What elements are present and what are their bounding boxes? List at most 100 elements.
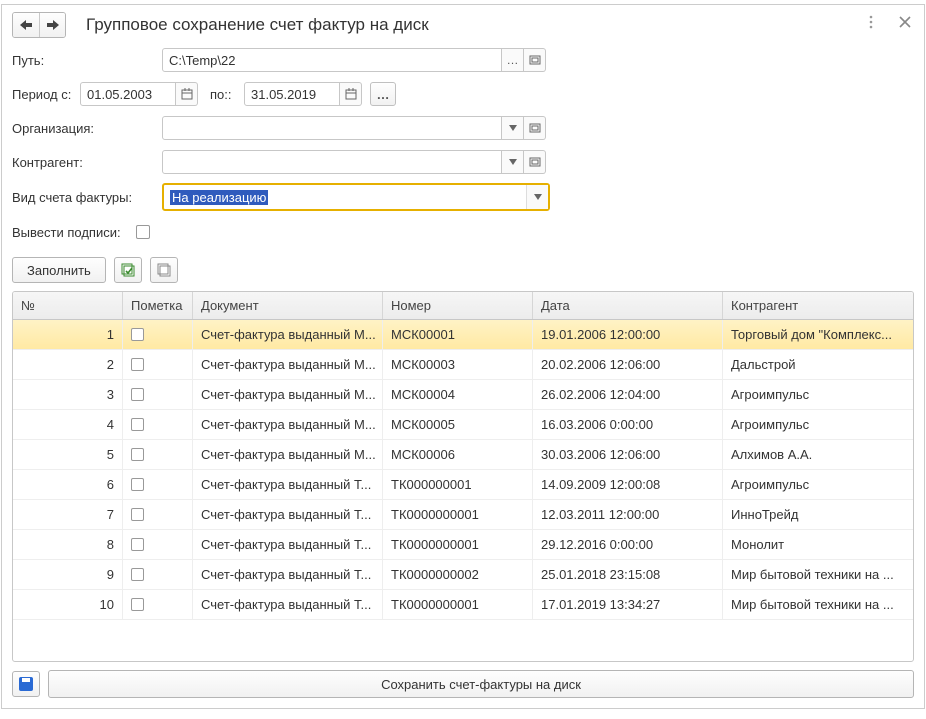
header-contr[interactable]: Контрагент [723, 292, 913, 319]
cell-mark[interactable] [123, 410, 193, 439]
table-header: № Пометка Документ Номер Дата Контрагент [13, 292, 913, 320]
counterparty-input[interactable] [162, 150, 502, 174]
cell-doc: Счет-фактура выданный Т... [193, 560, 383, 589]
close-icon[interactable] [896, 13, 914, 31]
cell-date: 12.03.2011 12:00:00 [533, 500, 723, 529]
period-from-input[interactable] [80, 82, 176, 106]
cell-doc: Счет-фактура выданный М... [193, 350, 383, 379]
org-input[interactable] [162, 116, 502, 140]
path-browse-button[interactable] [524, 48, 546, 72]
cell-doc: Счет-фактура выданный Т... [193, 470, 383, 499]
invoice-type-value: На реализацию [170, 190, 268, 205]
table-row[interactable]: 7Счет-фактура выданный Т...ТК00000000011… [13, 500, 913, 530]
path-input[interactable] [162, 48, 502, 72]
cell-num: МСК00003 [383, 350, 533, 379]
row-checkbox[interactable] [131, 358, 144, 371]
path-ellipsis-button[interactable]: … [502, 48, 524, 72]
table-row[interactable]: 1Счет-фактура выданный М...МСК0000119.01… [13, 320, 913, 350]
main-window: Групповое сохранение счет фактур на диск… [1, 4, 925, 709]
header-no[interactable]: № [13, 292, 123, 319]
save-invoices-button[interactable]: Сохранить счет-фактуры на диск [48, 670, 914, 698]
row-checkbox[interactable] [131, 598, 144, 611]
row-checkbox[interactable] [131, 478, 144, 491]
save-disk-button[interactable] [12, 671, 40, 697]
table-row[interactable]: 2Счет-фактура выданный М...МСК0000320.02… [13, 350, 913, 380]
cell-contr: Монолит [723, 530, 913, 559]
table-row[interactable]: 8Счет-фактура выданный Т...ТК00000000012… [13, 530, 913, 560]
cell-no: 4 [13, 410, 123, 439]
cell-num: МСК00001 [383, 320, 533, 349]
check-all-button[interactable] [114, 257, 142, 283]
row-checkbox[interactable] [131, 448, 144, 461]
org-dropdown-icon[interactable] [502, 116, 524, 140]
cell-doc: Счет-фактура выданный Т... [193, 500, 383, 529]
cell-mark[interactable] [123, 440, 193, 469]
row-checkbox[interactable] [131, 568, 144, 581]
period-to-label: по:: [210, 87, 238, 102]
row-checkbox[interactable] [131, 328, 144, 341]
cell-date: 25.01.2018 23:15:08 [533, 560, 723, 589]
cell-mark[interactable] [123, 470, 193, 499]
cell-date: 30.03.2006 12:06:00 [533, 440, 723, 469]
cell-contr: Агроимпульс [723, 380, 913, 409]
counterparty-open-icon[interactable] [524, 150, 546, 174]
cell-doc: Счет-фактура выданный М... [193, 410, 383, 439]
signatures-row: Вывести подписи: [12, 219, 914, 245]
cell-mark[interactable] [123, 560, 193, 589]
uncheck-all-button[interactable] [150, 257, 178, 283]
table-row[interactable]: 3Счет-фактура выданный М...МСК0000426.02… [13, 380, 913, 410]
table-row[interactable]: 10Счет-фактура выданный Т...ТК0000000001… [13, 590, 913, 620]
header-num[interactable]: Номер [383, 292, 533, 319]
cell-mark[interactable] [123, 530, 193, 559]
cell-no: 8 [13, 530, 123, 559]
table-row[interactable]: 4Счет-фактура выданный М...МСК0000516.03… [13, 410, 913, 440]
row-checkbox[interactable] [131, 538, 144, 551]
cell-doc: Счет-фактура выданный М... [193, 440, 383, 469]
cell-mark[interactable] [123, 350, 193, 379]
invoice-type-dropdown-icon[interactable] [526, 185, 548, 209]
invoice-type-field[interactable]: На реализацию [162, 183, 550, 211]
counterparty-label: Контрагент: [12, 155, 156, 170]
cell-contr: Агроимпульс [723, 410, 913, 439]
cell-mark[interactable] [123, 380, 193, 409]
disk-icon [19, 677, 33, 691]
table-row[interactable]: 6Счет-фактура выданный Т...ТК00000000114… [13, 470, 913, 500]
row-checkbox[interactable] [131, 508, 144, 521]
cell-num: ТК0000000001 [383, 530, 533, 559]
header-mark[interactable]: Пометка [123, 292, 193, 319]
cell-date: 19.01.2006 12:00:00 [533, 320, 723, 349]
row-checkbox[interactable] [131, 388, 144, 401]
calendar-to-icon[interactable] [340, 82, 362, 106]
window-actions [862, 13, 914, 31]
period-more-button[interactable]: … [370, 82, 396, 106]
table-row[interactable]: 5 Счет-фактура выданный М...МСК0000630.03… [13, 440, 913, 470]
cell-mark[interactable] [123, 320, 193, 349]
back-button[interactable] [13, 13, 39, 37]
forward-button[interactable] [39, 13, 65, 37]
org-label: Организация: [12, 121, 156, 136]
cell-num: МСК00006 [383, 440, 533, 469]
cell-mark[interactable] [123, 500, 193, 529]
cell-mark[interactable] [123, 590, 193, 619]
button-row: Заполнить [12, 253, 914, 283]
cell-contr: Торговый дом "Комплекс... [723, 320, 913, 349]
cell-date: 16.03.2006 0:00:00 [533, 410, 723, 439]
period-to-input[interactable] [244, 82, 340, 106]
fill-button[interactable]: Заполнить [12, 257, 106, 283]
cell-no: 5 [13, 440, 123, 469]
cell-no: 2 [13, 350, 123, 379]
org-open-icon[interactable] [524, 116, 546, 140]
invoice-type-label: Вид счета фактуры: [12, 190, 156, 205]
signatures-checkbox[interactable] [136, 225, 150, 239]
counterparty-dropdown-icon[interactable] [502, 150, 524, 174]
table-row[interactable]: 9Счет-фактура выданный Т...ТК00000000022… [13, 560, 913, 590]
header-doc[interactable]: Документ [193, 292, 383, 319]
org-field-group [162, 116, 546, 140]
header-date[interactable]: Дата [533, 292, 723, 319]
table-body: 1Счет-фактура выданный М...МСК0000119.01… [13, 320, 913, 661]
invoice-type-input[interactable]: На реализацию [164, 185, 526, 209]
calendar-from-icon[interactable] [176, 82, 198, 106]
more-icon[interactable] [862, 13, 880, 31]
row-checkbox[interactable] [131, 418, 144, 431]
path-label: Путь: [12, 53, 156, 68]
